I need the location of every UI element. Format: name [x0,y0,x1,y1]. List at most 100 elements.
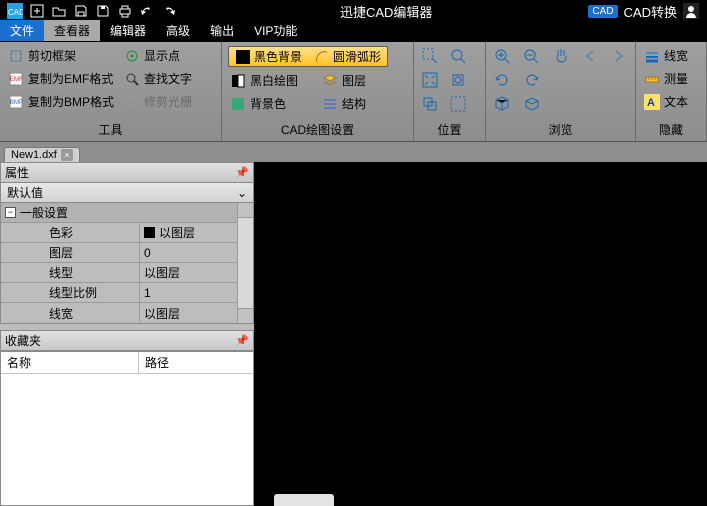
layers-button[interactable]: 图层 [320,71,368,90]
tab-advanced[interactable]: 高级 [156,20,200,41]
new-icon[interactable] [28,2,46,20]
copy-bmp-button[interactable]: BMP复制为BMP格式 [6,92,116,111]
bgcolor-icon [230,96,246,112]
trim-raster-button: 修剪光栅 [122,92,194,111]
model-tab[interactable] [274,494,334,506]
document-tab-label: New1.dxf [11,149,57,161]
svg-text:CAD: CAD [8,8,23,17]
fit-page-button[interactable] [420,70,440,90]
text-icon: A [644,94,660,110]
properties-title: 属性 [5,164,29,181]
svg-text:EMF: EMF [10,77,23,83]
linewidth-button[interactable]: 线宽 [642,46,700,65]
favorites-header: 收藏夹 📌 [0,330,254,351]
properties-header: 属性 📌 [0,162,254,183]
prop-row-layer[interactable]: 图层0 [1,243,237,263]
search-icon [124,71,140,87]
next-view-button[interactable] [610,46,629,66]
collapse-icon[interactable]: − [5,207,16,218]
close-tab-icon[interactable]: × [61,149,73,161]
pin-icon[interactable]: 📌 [235,166,249,179]
smooth-arc-toggle[interactable]: 圆滑弧形 [308,47,387,66]
ribbon-panel-hide: 线宽 测量 A文本 隐藏 [636,42,707,141]
rotate-right-button[interactable] [522,70,542,90]
zoom-view-button[interactable] [448,46,468,66]
pin-icon[interactable]: 📌 [235,334,249,347]
cad-badge[interactable]: CAD [588,5,617,18]
structure-button[interactable]: 结构 [320,94,368,113]
text-button[interactable]: A文本 [642,92,700,111]
open-icon[interactable] [50,2,68,20]
bw-draw-button[interactable]: 黑白绘图 [228,71,314,90]
tab-file[interactable]: 文件 [0,20,44,41]
view-3d-button[interactable] [522,94,542,114]
bg-color-button[interactable]: 背景色 [228,94,314,113]
tab-viewer[interactable]: 查看器 [44,20,100,41]
property-scrollbar[interactable] [237,203,253,323]
document-tab[interactable]: New1.dxf × [4,147,80,162]
zoom-sel-button[interactable] [420,94,440,114]
ribbon-panel-browse: 浏览 [486,42,636,141]
prop-row-linescale[interactable]: 线型比例1 [1,283,237,303]
app-title: 迅捷CAD编辑器 [184,2,588,21]
save-icon[interactable] [72,2,90,20]
prop-row-linetype[interactable]: 线型以图层 [1,263,237,283]
panel-label-position: 位置 [414,120,485,141]
copy-emf-button[interactable]: EMF复制为EMF格式 [6,69,116,88]
tab-editor[interactable]: 编辑器 [100,20,156,41]
title-right: CAD CAD转换 [588,2,707,21]
document-tabs: New1.dxf × [0,142,707,162]
menu-tabs: 文件 查看器 编辑器 高级 输出 VIP功能 [0,22,707,42]
panel-label-cad-draw: CAD绘图设置 [222,120,413,141]
show-point-button[interactable]: 显示点 [122,46,182,65]
print-icon[interactable] [116,2,134,20]
prev-view-button[interactable] [580,46,599,66]
bg-mode-toggle: 黑色背景 圆滑弧形 [228,46,388,67]
chevron-down-icon[interactable]: ⌄ [237,186,247,200]
crop-frame-button[interactable]: 剪切框架 [6,46,116,65]
rotate-left-button[interactable] [492,70,512,90]
linewidth-icon [644,48,660,64]
ribbon-panel-position: 位置 [414,42,486,141]
zoom-extents-button[interactable] [448,70,468,90]
cad-convert-link[interactable]: CAD转换 [624,2,677,21]
ribbon-panel-tools: 剪切框架 显示点 EMF复制为EMF格式 查找文字 BMP复制为BMP格式 修剪… [0,42,222,141]
structure-icon [322,96,338,112]
undo-icon[interactable] [138,2,156,20]
col-path: 路径 [139,352,175,373]
view-cube-button[interactable] [492,94,512,114]
zoom-out-button[interactable] [521,46,540,66]
ribbon-panel-cad-draw: 黑色背景 圆滑弧形 黑白绘图 图层 背景色 结构 CAD绘图设置 [222,42,414,141]
tab-output[interactable]: 输出 [200,20,244,41]
layers-icon [322,73,338,89]
zoom-region-button[interactable] [448,94,468,114]
pan-button[interactable] [551,46,570,66]
black-bg-toggle[interactable]: 黑色背景 [229,47,308,66]
bmp-icon: BMP [8,94,24,110]
save-as-icon[interactable] [94,2,112,20]
zoom-in-button[interactable] [492,46,511,66]
workspace: 属性 📌 默认值 ⌄ −一般设置 色彩以图层 图层0 线型以图层 线型比例1 线… [0,162,707,506]
prop-row-lineweight[interactable]: 线宽以图层 [1,303,237,323]
ruler-icon [644,71,660,87]
favorites-columns: 名称 路径 [1,352,253,374]
redo-icon[interactable] [160,2,178,20]
favorites-list: 名称 路径 [0,351,254,506]
measure-button[interactable]: 测量 [642,69,700,88]
tab-vip[interactable]: VIP功能 [244,20,307,41]
arc-icon [314,49,330,65]
find-text-button[interactable]: 查找文字 [122,69,194,88]
category-general[interactable]: −一般设置 [1,203,237,223]
ribbon: 剪切框架 显示点 EMF复制为EMF格式 查找文字 BMP复制为BMP格式 修剪… [0,42,707,142]
prop-row-color[interactable]: 色彩以图层 [1,223,237,243]
app-icon: CAD [6,2,24,20]
emf-icon: EMF [8,71,24,87]
drawing-canvas[interactable] [254,162,707,506]
quick-access-toolbar: CAD [0,2,184,20]
default-selector[interactable]: 默认值 ⌄ [0,183,254,203]
zoom-window-button[interactable] [420,46,440,66]
col-name: 名称 [1,352,139,373]
user-icon[interactable] [683,3,699,19]
svg-text:BMP: BMP [10,100,23,106]
crop-icon [8,48,24,64]
